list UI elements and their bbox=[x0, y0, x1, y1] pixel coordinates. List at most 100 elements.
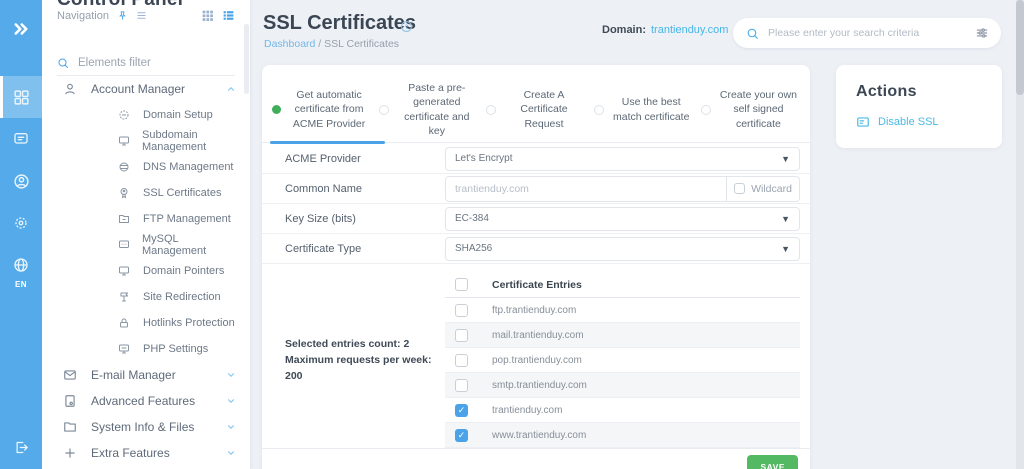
tab-underline bbox=[262, 141, 810, 144]
common-name-input[interactable] bbox=[446, 176, 727, 201]
sidebar-section-account-manager[interactable]: Account Manager bbox=[42, 76, 250, 102]
globe-icon bbox=[118, 161, 131, 173]
monitor-code-icon bbox=[118, 343, 131, 355]
rail-settings-icon[interactable] bbox=[0, 202, 42, 244]
monitor-icon bbox=[118, 265, 131, 277]
sidebar-item-site-redirection[interactable]: Site Redirection bbox=[42, 284, 250, 310]
form-footer: SAVE bbox=[262, 448, 810, 469]
key-size-select[interactable]: EC-384 ▼ bbox=[445, 206, 800, 231]
table-row: smtp.trantienduy.com bbox=[445, 373, 800, 398]
sidebar-item-ftp-management[interactable]: FTP Management bbox=[42, 206, 250, 232]
acme-provider-select[interactable]: Let's Encrypt ▼ bbox=[445, 146, 800, 171]
save-button[interactable]: SAVE bbox=[747, 455, 798, 469]
entry-checkbox[interactable] bbox=[455, 328, 468, 342]
field-label: Certificate Type bbox=[285, 242, 362, 255]
sidebar-item-domain-setup[interactable]: Domain Setup bbox=[42, 102, 250, 128]
app-logo-icon[interactable] bbox=[0, 0, 42, 58]
elements-filter-input[interactable] bbox=[78, 56, 235, 69]
certificate-badge-icon bbox=[118, 187, 131, 199]
active-tab-indicator bbox=[270, 141, 385, 144]
radio-icon[interactable] bbox=[486, 104, 497, 115]
table-row: ✓ www.trantienduy.com bbox=[445, 423, 800, 448]
pin-icon[interactable] bbox=[117, 10, 128, 21]
entry-checkbox[interactable] bbox=[455, 353, 468, 367]
sidebar-section-extra-features[interactable]: Extra Features bbox=[42, 440, 250, 466]
selected-count-text: Selected entries count: 2 bbox=[285, 337, 410, 350]
list-view-icon[interactable] bbox=[222, 9, 235, 22]
breadcrumb-current: SSL Certificates bbox=[324, 38, 400, 50]
entry-checkbox[interactable] bbox=[455, 303, 468, 317]
sidebar-item-subdomain-management[interactable]: Subdomain Management bbox=[42, 128, 250, 154]
form-row-key-size: Key Size (bits) EC-384 ▼ bbox=[262, 204, 810, 234]
elements-filter-field bbox=[57, 50, 235, 76]
entry-checkbox-checked[interactable]: ✓ bbox=[455, 428, 468, 442]
table-row: ftp.trantienduy.com bbox=[445, 298, 800, 323]
entry-checkbox-checked[interactable]: ✓ bbox=[455, 403, 468, 417]
sidebar-item-dns-management[interactable]: DNS Management bbox=[42, 154, 250, 180]
page-scrollbar-thumb[interactable] bbox=[1016, 0, 1024, 95]
rail-messages-icon[interactable] bbox=[0, 118, 42, 160]
tab-best-match[interactable]: Use the best match certificate bbox=[590, 79, 697, 140]
radio-selected-icon[interactable] bbox=[272, 105, 281, 114]
rail-logout-icon[interactable] bbox=[0, 425, 42, 469]
app-rail: EN bbox=[0, 0, 42, 469]
ssl-form-card: Get automatic certificate from ACME Prov… bbox=[262, 65, 810, 469]
sidebar-navigation-label: Navigation bbox=[57, 9, 109, 22]
sidebar-item-ssl-certificates[interactable]: SSL Certificates bbox=[42, 180, 250, 206]
domain-selector: Domain: trantienduy.com ▼ bbox=[602, 24, 742, 36]
sidebar-section-system-info-files[interactable]: System Info & Files bbox=[42, 414, 250, 440]
tab-acme-provider[interactable]: Get automatic certificate from ACME Prov… bbox=[268, 79, 375, 140]
rail-dashboard-icon[interactable] bbox=[0, 76, 42, 118]
radio-icon[interactable] bbox=[700, 104, 711, 115]
table-row: mail.trantienduy.com bbox=[445, 323, 800, 348]
select-all-checkbox[interactable] bbox=[455, 278, 468, 291]
domain-value[interactable]: trantienduy.com bbox=[651, 24, 728, 36]
sidebar-section-email-manager[interactable]: E-mail Manager bbox=[42, 362, 250, 388]
help-icon[interactable]: ? bbox=[400, 20, 413, 33]
menu-style-icon[interactable] bbox=[136, 10, 147, 21]
monitor-icon bbox=[118, 135, 130, 147]
breadcrumb-separator: / bbox=[315, 38, 325, 50]
tab-certificate-request[interactable]: Create A Certificate Request bbox=[482, 79, 589, 140]
radio-icon[interactable] bbox=[379, 104, 390, 115]
actions-title: Actions bbox=[856, 83, 917, 100]
page-scrollbar-track[interactable] bbox=[1016, 0, 1024, 469]
wildcard-checkbox[interactable] bbox=[734, 183, 746, 194]
sidebar-item-hotlinks-protection[interactable]: Hotlinks Protection bbox=[42, 310, 250, 336]
disable-ssl-link[interactable]: Disable SSL bbox=[856, 115, 982, 129]
search-settings-icon[interactable] bbox=[975, 26, 989, 40]
sidebar-item-php-settings[interactable]: PHP Settings bbox=[42, 336, 250, 362]
radio-icon[interactable] bbox=[593, 104, 604, 115]
entry-checkbox[interactable] bbox=[455, 378, 468, 392]
folder-arrows-icon bbox=[118, 213, 131, 225]
tab-self-signed[interactable]: Create your own self signed certificate bbox=[697, 79, 804, 140]
max-requests-text: Maximum requests per week: 200 bbox=[285, 353, 432, 383]
chevron-down-icon bbox=[226, 448, 236, 458]
certificate-type-select[interactable]: SHA256 ▼ bbox=[445, 236, 800, 261]
sidebar-item-mysql-management[interactable]: MySQL Management bbox=[42, 232, 250, 258]
table-header-label: Certificate Entries bbox=[492, 278, 582, 291]
tab-paste-certificate[interactable]: Paste a pre-generated certificate and ke… bbox=[375, 79, 482, 140]
wildcard-option[interactable]: Wildcard bbox=[727, 177, 799, 201]
sidebar: Control Panel Navigation Account Manager bbox=[42, 0, 250, 469]
field-label: Common Name bbox=[285, 182, 363, 195]
rail-language-icon[interactable] bbox=[0, 244, 42, 286]
field-label: Key Size (bits) bbox=[285, 212, 356, 225]
certificate-mode-tabs: Get automatic certificate from ACME Prov… bbox=[262, 65, 810, 140]
rail-account-icon[interactable] bbox=[0, 160, 42, 202]
sidebar-item-domain-pointers[interactable]: Domain Pointers bbox=[42, 258, 250, 284]
database-icon bbox=[118, 239, 130, 251]
svg-text:?: ? bbox=[405, 24, 409, 31]
entries-summary: Selected entries count: 2 Maximum reques… bbox=[285, 336, 445, 385]
grid-view-icon[interactable] bbox=[201, 9, 214, 22]
certificate-entries-section: Selected entries count: 2 Maximum reques… bbox=[262, 264, 810, 448]
caret-down-icon: ▼ bbox=[781, 213, 790, 224]
table-row: ✓ trantienduy.com bbox=[445, 398, 800, 423]
sidebar-section-advanced-features[interactable]: Advanced Features bbox=[42, 388, 250, 414]
chevron-up-icon bbox=[226, 84, 236, 94]
domain-label: Domain: bbox=[602, 24, 646, 36]
search-input[interactable] bbox=[768, 27, 966, 39]
envelope-icon bbox=[63, 368, 78, 382]
breadcrumb-dashboard-link[interactable]: Dashboard bbox=[264, 38, 315, 50]
search-icon bbox=[57, 57, 69, 69]
